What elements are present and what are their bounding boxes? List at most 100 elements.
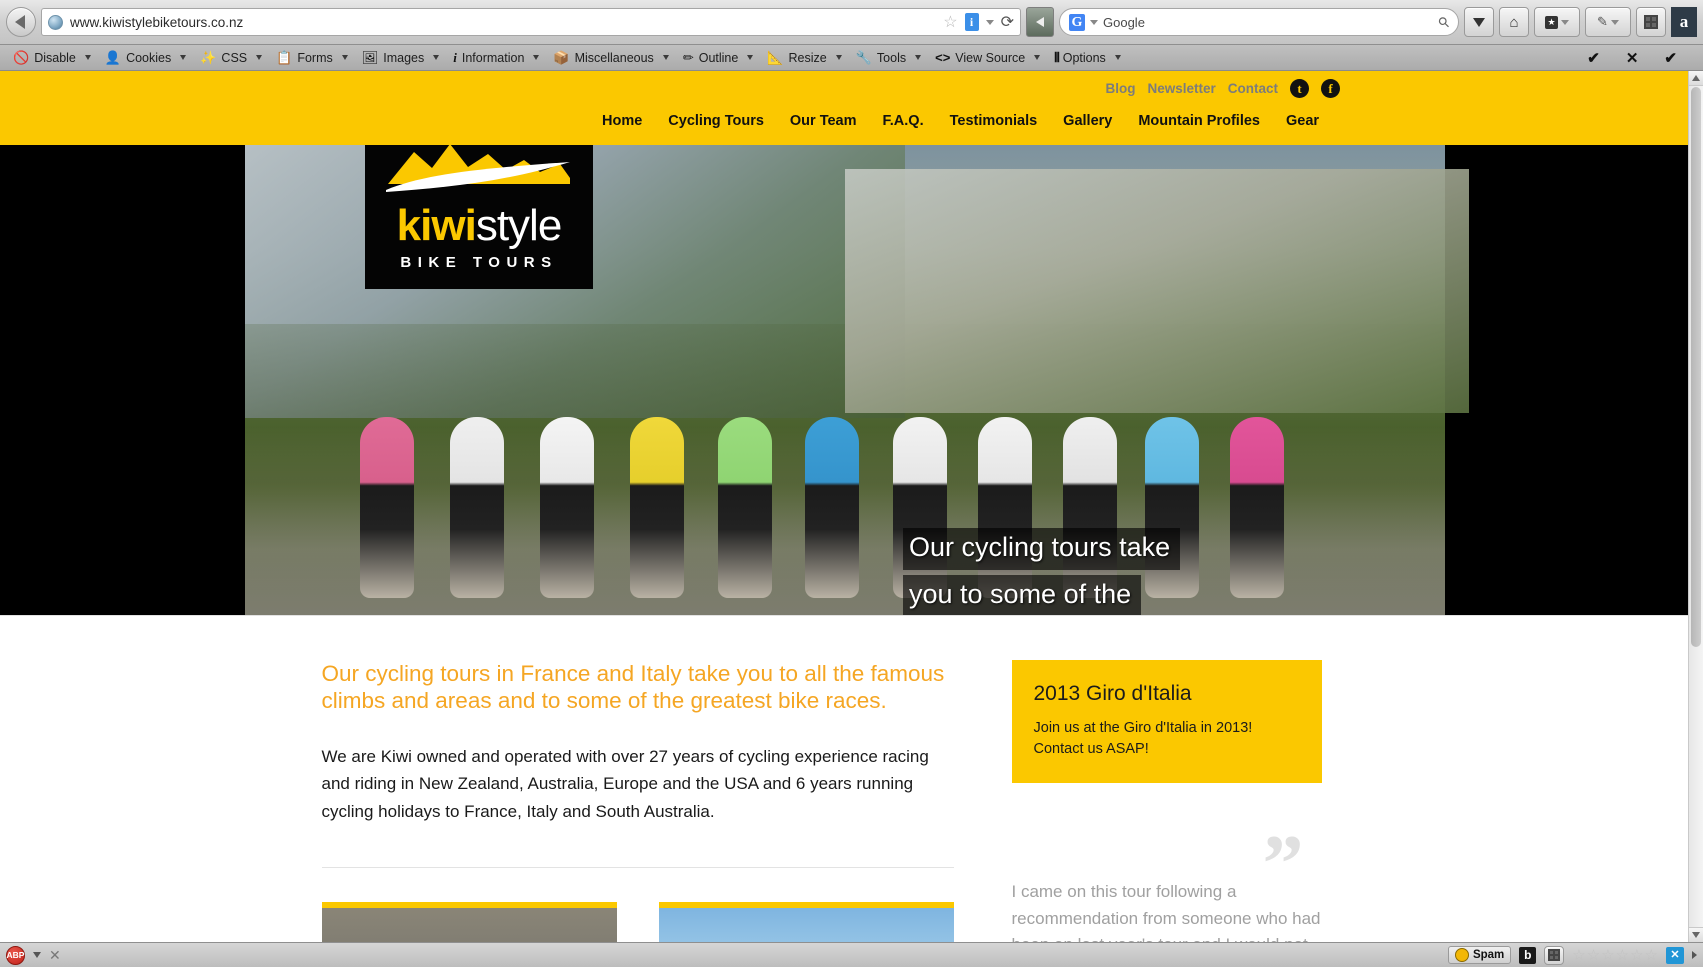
validate-css-icon[interactable]: ✔ xyxy=(1664,49,1677,67)
search-icon[interactable]: ⚲ xyxy=(1434,12,1453,31)
thumbnail-card[interactable] xyxy=(658,902,954,942)
nav-item-faq[interactable]: F.A.Q. xyxy=(883,113,924,129)
star-icon[interactable]: ☆ xyxy=(1645,946,1658,964)
nav-item-gallery[interactable]: Gallery xyxy=(1063,113,1112,129)
bitly-button[interactable]: b xyxy=(1519,946,1537,964)
logo-wordmark: kiwistyle xyxy=(397,204,563,248)
screenshot-button[interactable] xyxy=(1544,945,1565,965)
chevron-down-icon[interactable] xyxy=(747,55,754,60)
search-bar[interactable]: G Google ⚲ xyxy=(1059,8,1459,36)
intro-paragraph: We are Kiwi owned and operated with over… xyxy=(321,746,929,821)
dev-item-miscellaneous[interactable]: 📦 Miscellaneous xyxy=(546,46,675,70)
browser-toolbar: www.kiwistylebiketours.co.nz ☆ i ⟳ G Goo… xyxy=(0,0,1703,45)
dev-item-images[interactable]: 🖼 Images xyxy=(355,46,447,70)
star-icon[interactable]: ☆ xyxy=(1601,946,1614,964)
chevron-down-icon[interactable] xyxy=(433,55,440,60)
thumbnail-card[interactable] xyxy=(321,902,617,942)
rating-stars[interactable]: ☆ ☆ ☆ ☆ ☆ ☆ xyxy=(1572,946,1658,964)
dev-item-label: Disable xyxy=(34,50,76,65)
code-icon: <> xyxy=(935,50,951,65)
search-engine-chevron-icon[interactable] xyxy=(1090,19,1098,25)
chevron-down-icon[interactable] xyxy=(84,55,91,60)
promo-box-giro[interactable]: 2013 Giro d'Italia Join us at the Giro d… xyxy=(1011,660,1322,784)
facebook-icon[interactable]: f xyxy=(1321,79,1340,98)
amazon-button[interactable]: a xyxy=(1671,7,1697,37)
back-button[interactable] xyxy=(6,7,36,37)
bookmarks-button[interactable]: ★ xyxy=(1534,7,1580,37)
nav-item-gear[interactable]: Gear xyxy=(1286,113,1319,129)
chevron-down-icon[interactable] xyxy=(33,952,41,958)
toplink-contact[interactable]: Contact xyxy=(1228,81,1278,96)
apps-button[interactable] xyxy=(1636,7,1666,37)
star-icon[interactable]: ☆ xyxy=(1616,946,1629,964)
chevron-down-icon[interactable] xyxy=(1114,55,1121,60)
mountain-swoosh-logo-icon xyxy=(386,145,570,192)
bookmark-icon: ★ xyxy=(1545,15,1558,29)
thumbnail-image-mountains[interactable] xyxy=(658,908,954,942)
url-text[interactable]: www.kiwistylebiketours.co.nz xyxy=(70,15,936,30)
xmarks-button[interactable]: ✕ xyxy=(1666,946,1684,964)
dev-item-label: CSS xyxy=(221,50,248,65)
scroll-up-button[interactable] xyxy=(1689,71,1703,86)
dev-toolbar-validators: ✔ ✕ ✔ xyxy=(1587,49,1697,67)
rider xyxy=(805,416,859,598)
dev-item-css[interactable]: ✨ CSS xyxy=(193,46,269,70)
star-icon[interactable]: ☆ xyxy=(1587,946,1600,964)
pocket-button[interactable]: ✎ xyxy=(1585,7,1631,37)
chevron-down-icon[interactable] xyxy=(533,55,540,60)
star-icon[interactable]: ☆ xyxy=(1572,946,1585,964)
testimonial-block: ” I came on this tour following a recomm… xyxy=(1012,823,1322,942)
chevron-down-icon[interactable] xyxy=(256,55,263,60)
reload-icon[interactable]: ⟳ xyxy=(1001,12,1014,32)
downloads-button[interactable] xyxy=(1464,7,1494,37)
validate-html-icon[interactable]: ✔ xyxy=(1587,49,1600,67)
star-icon[interactable]: ☆ xyxy=(1630,946,1643,964)
dev-item-tools[interactable]: 🔧 Tools xyxy=(849,46,928,70)
chevron-right-icon[interactable] xyxy=(1692,951,1697,959)
adblock-plus-icon[interactable]: ABP xyxy=(6,945,25,965)
chevron-down-icon[interactable] xyxy=(180,55,187,60)
scrollbar-thumb[interactable] xyxy=(1691,87,1701,647)
nav-item-mountain-profiles[interactable]: Mountain Profiles xyxy=(1138,113,1260,129)
dev-item-outline[interactable]: ✏ Outline xyxy=(676,46,761,70)
chevron-down-icon[interactable] xyxy=(1610,19,1619,25)
address-bar[interactable]: www.kiwistylebiketours.co.nz ☆ i ⟳ xyxy=(41,8,1021,36)
site-info-icon[interactable]: i xyxy=(964,13,979,31)
twitter-icon[interactable]: t xyxy=(1290,79,1309,98)
dev-item-options[interactable]: ⫴ Options xyxy=(1047,46,1128,70)
dev-item-information[interactable]: i Information xyxy=(446,46,546,70)
dev-item-cookies[interactable]: 👤 Cookies xyxy=(98,46,193,70)
dev-item-resize[interactable]: 📐 Resize xyxy=(760,46,848,70)
dev-item-view-source[interactable]: <> View Source xyxy=(928,46,1047,70)
spam-button[interactable]: Spam xyxy=(1447,946,1512,964)
nav-item-home[interactable]: Home xyxy=(602,113,642,129)
dev-item-forms[interactable]: 📋 Forms xyxy=(269,46,355,70)
dev-item-label: Tools xyxy=(876,50,907,65)
nav-item-our-team[interactable]: Our Team xyxy=(790,113,857,129)
nav-item-testimonials[interactable]: Testimonials xyxy=(950,113,1038,129)
toplink-blog[interactable]: Blog xyxy=(1105,81,1135,96)
vertical-scrollbar[interactable] xyxy=(1688,71,1703,942)
chevron-down-icon[interactable] xyxy=(835,55,842,60)
thumbnail-image-cyclist[interactable] xyxy=(321,908,617,942)
close-icon[interactable]: ✕ xyxy=(49,947,61,964)
chevron-down-icon[interactable] xyxy=(1561,19,1569,25)
scroll-down-button[interactable] xyxy=(1689,927,1703,942)
search-input[interactable]: Google xyxy=(1103,15,1434,30)
chevron-down-icon[interactable] xyxy=(341,55,348,60)
chevron-down-icon[interactable] xyxy=(985,19,994,25)
dev-item-disable[interactable]: 🚫 Disable xyxy=(6,46,98,70)
extension-button[interactable] xyxy=(1026,7,1054,37)
chevron-down-icon[interactable] xyxy=(915,55,922,60)
feather-icon: ✎ xyxy=(1597,14,1608,29)
home-button[interactable]: ⌂ xyxy=(1499,7,1529,37)
validate-error-icon[interactable]: ✕ xyxy=(1626,49,1639,67)
chevron-down-icon[interactable] xyxy=(662,55,669,60)
arrow-left-icon xyxy=(1036,17,1044,27)
toplink-newsletter[interactable]: Newsletter xyxy=(1147,81,1215,96)
nav-item-cycling-tours[interactable]: Cycling Tours xyxy=(668,113,764,129)
chevron-down-icon[interactable] xyxy=(1034,55,1041,60)
site-logo[interactable]: kiwistyle BIKE TOURS xyxy=(365,145,593,289)
bookmark-star-icon[interactable]: ☆ xyxy=(943,12,957,32)
wand-icon: ✨ xyxy=(200,50,217,65)
